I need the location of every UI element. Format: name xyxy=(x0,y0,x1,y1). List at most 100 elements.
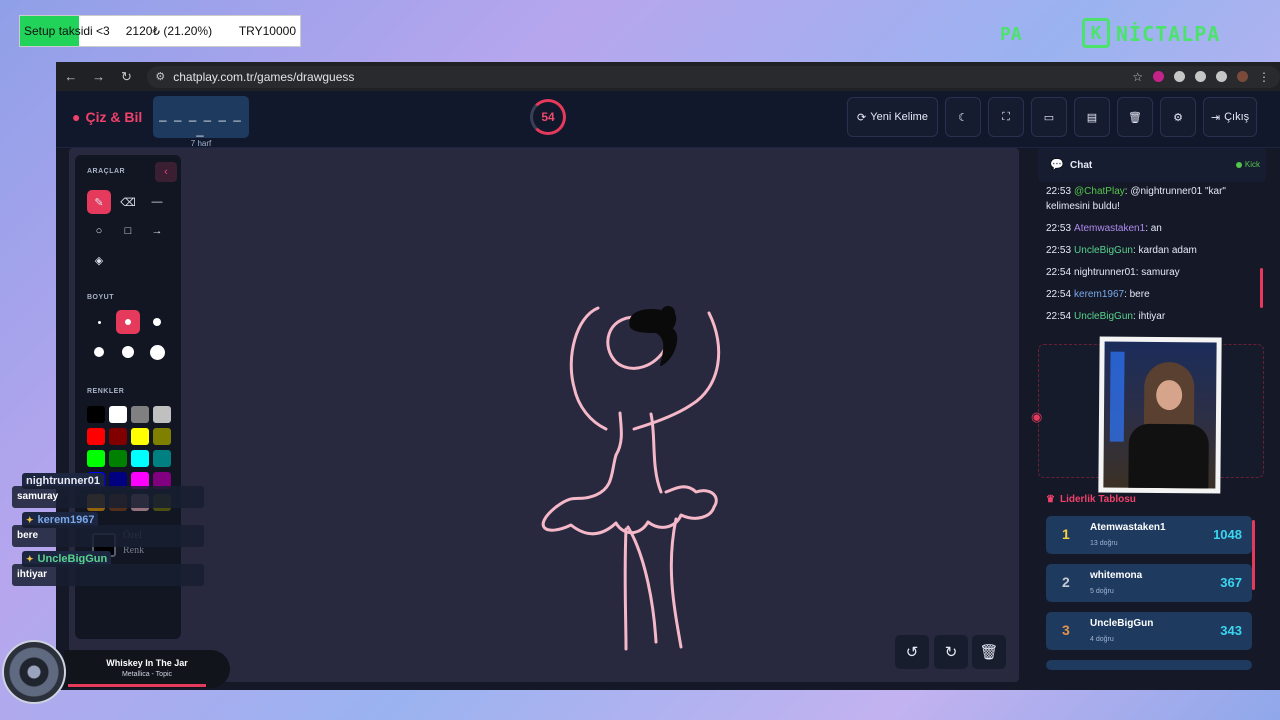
size-option-1[interactable] xyxy=(87,310,111,334)
color-swatch[interactable] xyxy=(87,428,105,445)
message-text: : @nightrunner01 "kar" kelimesini buldu! xyxy=(1046,186,1226,212)
undo-button[interactable]: ↺ xyxy=(895,635,929,669)
trash-icon: 🗑 xyxy=(1128,111,1142,124)
leaderboard-row: 2 whitemona 5 doğru 367 xyxy=(1046,564,1252,602)
rectangle-tool[interactable]: □ xyxy=(116,219,140,243)
undo-icon: ↺ xyxy=(905,644,919,661)
color-swatch[interactable] xyxy=(153,428,171,445)
color-swatch[interactable] xyxy=(153,450,171,467)
pen-icon: ✎ xyxy=(94,196,104,209)
collapse-panel-button[interactable]: ‹ xyxy=(155,162,177,182)
song-progress-bar xyxy=(68,684,206,687)
bookmark-star-icon[interactable]: ☆ xyxy=(1132,70,1143,84)
color-swatch[interactable] xyxy=(87,450,105,467)
app-header: ● Çiz & Bil _ _ _ _ _ _ _ 7 harf 54 ⟳ Ye… xyxy=(56,91,1280,148)
chat-header: 💬 Chat Kick xyxy=(1038,148,1266,182)
exit-button[interactable]: ⇥ Çıkış xyxy=(1203,97,1257,137)
size-option-6[interactable] xyxy=(145,340,169,364)
leaderboard-correct: 5 doğru xyxy=(1090,588,1114,595)
fill-tool[interactable]: ◈ xyxy=(87,248,111,272)
leaderboard-score: 1048 xyxy=(1213,527,1242,542)
reload-icon[interactable]: ↻ xyxy=(120,69,134,85)
platform-status: Kick xyxy=(1235,160,1260,169)
colors-title: RENKLER xyxy=(87,388,125,395)
size-option-5[interactable] xyxy=(116,340,140,364)
chat-scrollbar[interactable] xyxy=(1260,268,1263,308)
redo-icon: ↻ xyxy=(944,644,958,661)
color-swatch[interactable] xyxy=(87,406,105,423)
expand-icon: ⛶ xyxy=(1002,110,1010,123)
line-tool[interactable]: — xyxy=(145,190,169,214)
clear-canvas-button[interactable]: 🗑 xyxy=(972,635,1006,669)
leaderboard-name: Atemwastaken1 xyxy=(1090,522,1166,533)
line-icon: — xyxy=(151,196,163,208)
back-icon[interactable]: ← xyxy=(64,69,78,84)
chat-message: 22:54 kerem1967: bere xyxy=(1046,287,1256,302)
leaderboard-correct: 13 doğru xyxy=(1090,540,1118,547)
leaderboard-title-text: Liderlik Tablosu xyxy=(1059,494,1136,505)
leaderboard-scrollbar[interactable] xyxy=(1252,520,1255,590)
extension-icon[interactable] xyxy=(1194,71,1206,82)
leaderboard-name: whitemona xyxy=(1090,570,1143,581)
leaderboard-rank: 1 xyxy=(1062,526,1070,542)
tools-title: ARAÇLAR xyxy=(87,168,126,175)
redo-button[interactable]: ↻ xyxy=(934,635,968,669)
delete-button[interactable]: 🗑 xyxy=(1117,97,1153,137)
arrow-tool[interactable]: → xyxy=(145,219,169,243)
circle-tool[interactable]: ○ xyxy=(87,219,111,243)
color-swatch[interactable] xyxy=(131,406,149,423)
word-hint-box: _ _ _ _ _ _ _ 7 harf xyxy=(153,96,249,148)
extensions-puzzle-icon[interactable] xyxy=(1215,71,1227,82)
settings-button[interactable]: ⚙ xyxy=(1160,97,1196,137)
extensions-area: ☆ ⋮ xyxy=(1132,70,1270,84)
eraser-tool[interactable]: ⌫ xyxy=(116,190,140,214)
profile-avatar-icon[interactable] xyxy=(1236,71,1248,82)
leaderboard-title: ♛ Liderlik Tablosu xyxy=(1046,494,1136,505)
message-text: : bere xyxy=(1124,289,1150,300)
streamer-name: NİCTALPA xyxy=(1116,22,1221,46)
platform-name: Kick xyxy=(1244,160,1260,169)
app-logo-text: Çiz & Bil xyxy=(85,109,143,125)
archive-button[interactable]: ▤ xyxy=(1074,97,1110,137)
now-playing-panel: Whiskey In The Jar Metallica - Topic xyxy=(64,650,230,688)
size-option-3[interactable] xyxy=(145,310,169,334)
chat-message: 22:54 nightrunner01: samuray xyxy=(1046,265,1256,280)
keyboard-button[interactable]: ▭ xyxy=(1031,97,1067,137)
webcam-frame xyxy=(1098,336,1222,494)
palette-icon: ● xyxy=(72,109,81,125)
fullscreen-button[interactable]: ⛶ xyxy=(988,97,1024,137)
kick-logo-icon: K xyxy=(1082,18,1110,48)
exit-label: Çıkış xyxy=(1224,111,1250,123)
square-icon: □ xyxy=(124,225,132,237)
size-option-4[interactable] xyxy=(87,340,111,364)
trash-icon: 🗑 xyxy=(979,644,999,661)
overlay-chat-message: ihtiyar xyxy=(12,564,204,586)
address-bar[interactable]: ⚙ chatplay.com.tr/games/drawguess ☆ ⋮ xyxy=(147,65,1280,88)
streamer-body xyxy=(1128,423,1209,489)
site-info-icon[interactable]: ⚙ xyxy=(155,70,165,83)
eye-icon: ◉ xyxy=(1031,409,1043,424)
chat-message: 22:53 @ChatPlay: @nightrunner01 "kar" kel… xyxy=(1046,184,1256,214)
color-swatch[interactable] xyxy=(109,428,127,445)
app-logo[interactable]: ● Çiz & Bil xyxy=(72,109,142,125)
color-swatch[interactable] xyxy=(153,406,171,423)
message-text: : samuray xyxy=(1135,267,1180,278)
color-swatch[interactable] xyxy=(109,406,127,423)
chat-messages: 22:53 @ChatPlay: @nightrunner01 "kar" kel… xyxy=(1046,184,1256,331)
size-option-2[interactable] xyxy=(116,310,140,334)
goal-target: TRY10000 xyxy=(238,24,296,38)
size-dot xyxy=(153,318,161,326)
color-swatch[interactable] xyxy=(109,450,127,467)
dark-mode-button[interactable]: ☾ xyxy=(945,97,981,137)
leaderboard-name: UncleBigGun xyxy=(1090,618,1154,629)
new-word-button[interactable]: ⟳ Yeni Kelime xyxy=(847,97,938,137)
album-art-disc xyxy=(2,640,66,704)
color-swatch[interactable] xyxy=(131,450,149,467)
color-swatch[interactable] xyxy=(131,428,149,445)
menu-kebab-icon[interactable]: ⋮ xyxy=(1258,70,1270,84)
extension-icon[interactable] xyxy=(1152,71,1164,82)
pen-tool[interactable]: ✎ xyxy=(87,190,111,214)
extension-icon[interactable] xyxy=(1173,71,1185,82)
message-time: 22:53 xyxy=(1046,186,1072,197)
forward-icon[interactable]: → xyxy=(92,69,106,84)
